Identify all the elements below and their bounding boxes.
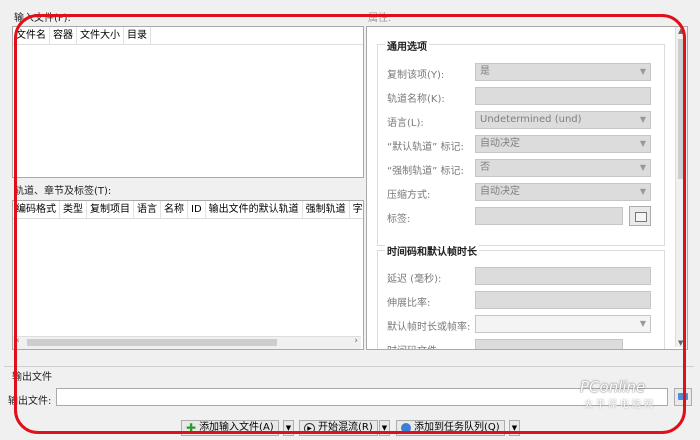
- general-option-select[interactable]: 自动决定 ▼: [475, 183, 651, 201]
- general-option-select[interactable]: 自动决定 ▼: [475, 135, 651, 153]
- add-queue-dropdown[interactable]: ▼: [509, 420, 520, 436]
- input-files-header: 文件名 容器 文件大小 目录: [13, 27, 363, 45]
- general-option-label: 标签:: [387, 214, 411, 225]
- chevron-down-icon: ▼: [639, 319, 646, 328]
- general-option-label: 复制该项(Y):: [387, 70, 445, 81]
- input_files-column-header[interactable]: 文件名: [13, 27, 50, 44]
- output-group-label: 输出文件: [12, 372, 52, 383]
- tracks-column-header[interactable]: 强制轨道: [303, 201, 350, 218]
- timing-option-label: 默认帧时长或帧率:: [387, 322, 471, 333]
- tracks-list[interactable]: 编码格式 类型 复制项目 语言 名称 ID 输出文件的默认轨道 强制轨道字 ‹ ›: [12, 200, 367, 350]
- tracks-column-header[interactable]: 复制项目: [87, 201, 134, 218]
- chevron-down-icon: ▼: [381, 424, 388, 432]
- chevron-down-icon: ▼: [511, 424, 518, 432]
- timing-option-input[interactable]: [475, 291, 651, 309]
- general-option-value: 自动决定: [480, 186, 520, 197]
- chevron-down-icon: ▼: [285, 424, 292, 432]
- timing-option-label: 延迟 (毫秒):: [387, 274, 442, 285]
- input_files-column-header[interactable]: 目录: [124, 27, 151, 44]
- input-files-list[interactable]: 文件名 容器 文件大小 目录: [12, 26, 364, 178]
- chevron-down-icon: ▼: [639, 163, 646, 172]
- play-icon: ▶: [304, 422, 315, 434]
- timing-option-input[interactable]: ▼: [475, 315, 651, 333]
- timing-title: 时间码和默认帧时长: [385, 243, 479, 258]
- general-option-input[interactable]: [475, 207, 623, 225]
- watermark-brand: PConline: [580, 378, 646, 396]
- tracks-column-header[interactable]: 字: [350, 201, 367, 218]
- tracks-label: 轨道、章节及标签(T):: [14, 186, 112, 197]
- general-option-value: 否: [480, 162, 490, 173]
- add-queue-label: 添加到任务队列(Q): [414, 422, 500, 433]
- timing-option-label: 时间码文件:: [387, 342, 440, 349]
- tracks-hscrollbar[interactable]: ‹ ›: [13, 336, 361, 349]
- general-option-label: 语言(L):: [387, 118, 424, 129]
- queue-icon: [401, 423, 411, 433]
- output-file-input[interactable]: [56, 388, 668, 406]
- tracks-scroll-thumb[interactable]: [27, 339, 277, 346]
- chevron-down-icon: ▼: [639, 115, 646, 124]
- properties-vscrollbar[interactable]: ▲ ▼: [675, 27, 687, 347]
- input_files-column-header[interactable]: 容器: [50, 27, 77, 44]
- general-option-select[interactable]: 是 ▼: [475, 63, 651, 81]
- watermark-sub: 太平洋电脑网: [584, 400, 657, 410]
- scroll-left-icon[interactable]: ‹: [16, 336, 20, 346]
- add-input-button[interactable]: ✚ 添加输入文件(A): [181, 420, 279, 436]
- start-mux-label: 开始混流(R): [318, 422, 373, 433]
- timing-option-input[interactable]: [475, 339, 623, 349]
- general-option-label: 轨道名称(K):: [387, 94, 445, 105]
- output-browse-button[interactable]: [674, 388, 692, 406]
- general-option-input[interactable]: [475, 87, 651, 105]
- properties-label: 属性:: [368, 13, 392, 24]
- general-option-select[interactable]: Undetermined (und) ▼: [475, 111, 651, 129]
- timing-option-input[interactable]: [475, 267, 651, 285]
- chevron-down-icon: ▼: [639, 67, 646, 76]
- folder-icon: [635, 212, 647, 222]
- tracks-column-header[interactable]: 名称: [161, 201, 188, 218]
- save-icon: [678, 393, 688, 400]
- general-options-title: 通用选项: [385, 38, 429, 53]
- tracks-column-header[interactable]: 语言: [134, 201, 161, 218]
- tags-browse-button[interactable]: [629, 206, 651, 226]
- general-option-label: “默认轨道” 标记:: [387, 142, 464, 153]
- input-files-label: 输入文件(F):: [14, 13, 71, 24]
- scroll-down-icon[interactable]: ▼: [678, 339, 683, 347]
- general-option-value: 自动决定: [480, 138, 520, 149]
- general-option-label: 压缩方式:: [387, 190, 431, 201]
- add-queue-button[interactable]: 添加到任务队列(Q): [396, 420, 505, 436]
- output-file-label: 输出文件:: [8, 396, 52, 407]
- properties-panel: 通用选项 复制该项(Y): 是 ▼ 轨道名称(K): 语言(L): Undetermine…: [366, 26, 688, 350]
- add-input-dropdown[interactable]: ▼: [283, 420, 294, 436]
- start-mux-dropdown[interactable]: ▼: [379, 420, 390, 436]
- tracks-header: 编码格式 类型 复制项目 语言 名称 ID 输出文件的默认轨道 强制轨道字: [13, 201, 367, 219]
- scroll-up-icon[interactable]: ▲: [678, 27, 683, 35]
- general-option-value: 是: [480, 66, 490, 77]
- chevron-down-icon: ▼: [639, 139, 646, 148]
- timing-option-label: 伸展比率:: [387, 298, 431, 309]
- add-input-label: 添加输入文件(A): [199, 422, 274, 433]
- plus-icon: ✚: [186, 421, 197, 435]
- tracks-column-header[interactable]: ID: [188, 201, 206, 218]
- scroll-right-icon[interactable]: ›: [354, 336, 358, 346]
- tracks-column-header[interactable]: 编码格式: [13, 201, 60, 218]
- chevron-down-icon: ▼: [639, 187, 646, 196]
- general-option-label: “强制轨道” 标记:: [387, 166, 464, 177]
- tracks-column-header[interactable]: 类型: [60, 201, 87, 218]
- general-option-value: Undetermined (und): [480, 114, 582, 125]
- input_files-column-header[interactable]: 文件大小: [77, 27, 124, 44]
- properties-scroll-thumb[interactable]: [678, 39, 684, 179]
- general-option-select[interactable]: 否 ▼: [475, 159, 651, 177]
- tracks-column-header[interactable]: 输出文件的默认轨道: [206, 201, 303, 218]
- start-mux-button[interactable]: ▶ 开始混流(R): [299, 420, 378, 436]
